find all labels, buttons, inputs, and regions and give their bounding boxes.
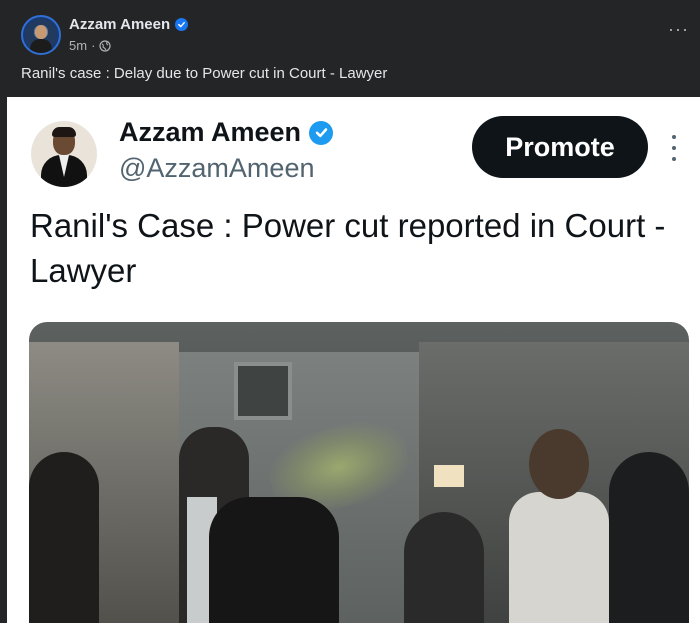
tweet-display-name: Azzam Ameen xyxy=(119,117,302,147)
tweet-name-row: Azzam Ameen xyxy=(119,117,334,148)
post-time[interactable]: 5m xyxy=(69,38,87,53)
author-name[interactable]: Azzam Ameen xyxy=(69,16,170,33)
author-name-row: Azzam Ameen xyxy=(69,16,189,33)
post-caption: Ranil's case : Delay due to Power cut in… xyxy=(21,65,388,82)
more-vertical-icon xyxy=(670,135,678,161)
verified-badge-icon xyxy=(175,18,189,31)
meta-separator: · xyxy=(91,38,96,53)
tweet-avatar xyxy=(31,121,97,187)
tweet-handle: @AzzamAmeen xyxy=(119,153,315,183)
post-meta: 5m · xyxy=(69,38,112,53)
tweet-text: Ranil's Case : Power cut reported in Cou… xyxy=(30,207,666,289)
author-avatar[interactable] xyxy=(21,15,61,55)
embedded-tweet: Azzam Ameen @AzzamAmeen Promote Ranil's … xyxy=(7,97,700,623)
globe-icon xyxy=(99,39,112,52)
more-horizontal-icon[interactable]: ··· xyxy=(668,20,689,38)
tweet-video-thumbnail[interactable] xyxy=(29,322,689,623)
verified-badge-icon xyxy=(309,120,334,145)
promote-button: Promote xyxy=(472,116,648,178)
facebook-post-header: Azzam Ameen 5m · ··· Ranil's case : Dela… xyxy=(0,0,700,97)
